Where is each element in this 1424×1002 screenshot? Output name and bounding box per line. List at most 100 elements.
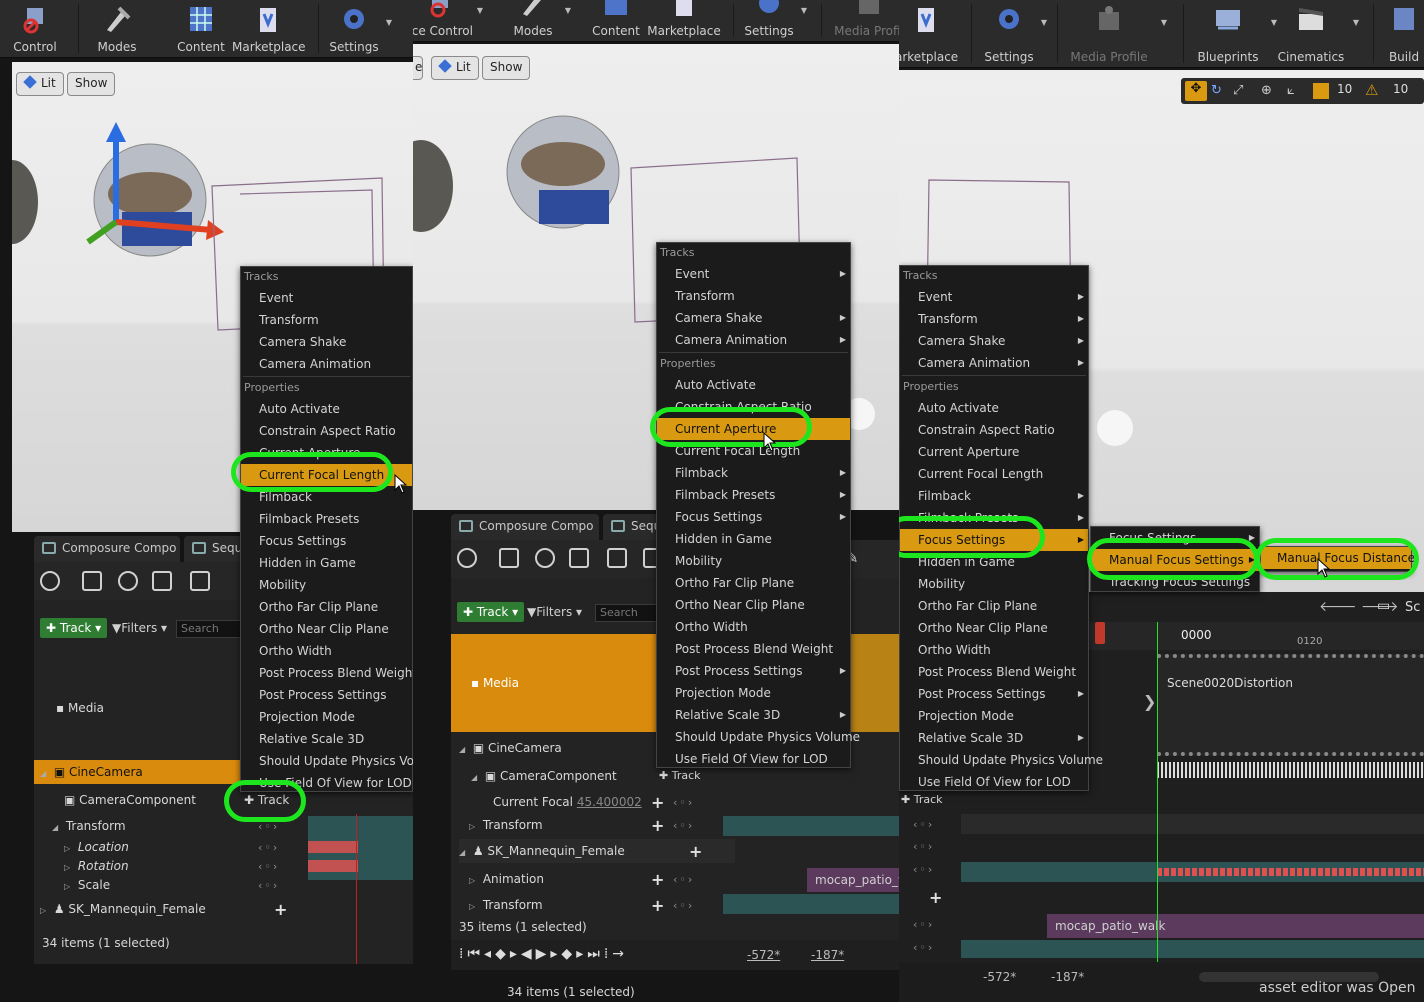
add-plus-icon[interactable]: + xyxy=(274,902,287,918)
menu-item-projection-mode[interactable]: Projection Mode xyxy=(657,682,850,704)
camera-component-row[interactable]: ▣ CameraComponent xyxy=(64,788,196,812)
keyframe-nav[interactable]: ‹◦› xyxy=(673,796,694,809)
menu-item-pp-settings[interactable]: Post Process Settings ▶ xyxy=(900,683,1088,705)
keyframe-nav[interactable]: ‹◦› xyxy=(258,879,279,892)
keyframe-nav[interactable]: ‹◦› xyxy=(258,860,279,873)
menu-item-fov-lod[interactable]: Use Field Of View for LOD xyxy=(241,772,412,794)
transform-lane[interactable] xyxy=(723,816,899,836)
menu-item-pp-settings[interactable]: Post Process Settings ▶ xyxy=(657,660,850,682)
search-input[interactable]: Search xyxy=(595,604,657,622)
animation-clip[interactable]: mocap_patio_w xyxy=(807,868,899,892)
clapper-icon[interactable] xyxy=(190,571,210,591)
camera-icon[interactable] xyxy=(569,548,589,568)
location-keys[interactable] xyxy=(308,841,358,853)
search-input[interactable]: Search xyxy=(176,620,242,638)
chevron-down-icon[interactable]: ▼ xyxy=(1041,18,1047,27)
rotation-keys[interactable] xyxy=(308,860,358,872)
menu-item-current-focal-length[interactable]: Current Focal Length xyxy=(657,440,850,462)
menu-item-auto-activate[interactable]: Auto Activate xyxy=(241,398,412,420)
keyframe-nav[interactable]: ‹◦› xyxy=(258,820,279,833)
cinecamera-row[interactable]: ◢ ▣ CineCamera xyxy=(459,736,562,760)
menu-item-physics-volume[interactable]: Should Update Physics Volume xyxy=(657,726,860,748)
add-plus-icon[interactable]: + xyxy=(689,844,702,860)
menu-item-focus-settings[interactable]: Focus Settings xyxy=(241,530,412,552)
chevron-down-icon[interactable]: ▼ xyxy=(386,18,392,27)
chevron-down-icon[interactable]: ▼ xyxy=(565,6,571,15)
media-row[interactable]: ▪ Media xyxy=(56,696,104,720)
menu-item-mobility[interactable]: Mobility xyxy=(657,550,850,572)
world-icon[interactable] xyxy=(457,548,477,568)
menu-item-constrain-aspect[interactable]: Constrain Aspect Ratio xyxy=(241,420,412,442)
menu-item-auto-activate[interactable]: Auto Activate xyxy=(657,374,850,396)
submenu-item-tracking-focus-settings[interactable]: Tracking Focus Settings xyxy=(1091,571,1259,593)
tab-composure[interactable]: Composure Compo xyxy=(451,514,599,540)
menu-item-camera-shake[interactable]: Camera Shake ▶ xyxy=(900,330,1088,352)
keyframe-nav[interactable]: ‹◦› xyxy=(913,863,934,876)
menu-item-filmback[interactable]: Filmback xyxy=(241,486,412,508)
shot-clip[interactable]: Scene0020Distortion xyxy=(1157,654,1424,756)
clapper-icon[interactable] xyxy=(607,548,627,568)
menu-item-physics-volume[interactable]: Should Update Physics Volu xyxy=(241,750,413,772)
tab-sequencer[interactable]: Sequ xyxy=(184,536,244,562)
menu-item-transform[interactable]: Transform xyxy=(241,309,412,331)
menu-item-camera-shake[interactable]: Camera Shake xyxy=(241,331,412,353)
keyframe-strip[interactable] xyxy=(1157,868,1424,876)
menu-item-pp-blend-weight[interactable]: Post Process Blend Weight xyxy=(657,638,850,660)
menu-item-pp-blend-weight[interactable]: Post Process Blend Weight xyxy=(900,661,1088,683)
scale-row[interactable]: ▷ Scale xyxy=(64,873,110,897)
keyframe-nav[interactable]: ‹◦› xyxy=(673,899,694,912)
menu-item-mobility[interactable]: Mobility xyxy=(241,574,412,596)
menu-item-current-focal-length[interactable]: Current Focal Length xyxy=(241,464,412,486)
menu-item-ortho-near[interactable]: Ortho Near Clip Plane xyxy=(900,617,1088,639)
keyframe-nav[interactable]: ‹◦› xyxy=(673,819,694,832)
transform-lane-2[interactable] xyxy=(961,940,1424,958)
menu-item-auto-activate[interactable]: Auto Activate xyxy=(900,397,1088,419)
keyframe-nav[interactable]: ‹◦› xyxy=(913,818,934,831)
chevron-down-icon[interactable]: ▼ xyxy=(801,6,807,15)
media-profile-button[interactable]: Media Profil xyxy=(829,0,899,41)
menu-item-transform[interactable]: Transform xyxy=(657,285,850,307)
settings-button[interactable]: Settings ▼ xyxy=(741,0,807,41)
collapse-arrow-icon[interactable]: ◢ xyxy=(52,816,62,840)
tab-sequencer[interactable]: Sequ xyxy=(603,514,663,540)
add-plus-icon[interactable]: + xyxy=(651,818,664,834)
keyframe-nav[interactable]: ‹◦› xyxy=(673,873,694,886)
current-focal-row[interactable]: Current Focal 45.400002 xyxy=(493,790,642,814)
add-plus-icon[interactable]: + xyxy=(929,890,942,906)
menu-item-ortho-width[interactable]: Ortho Width xyxy=(657,616,850,638)
modes-button[interactable]: Modes xyxy=(90,0,144,57)
menu-item-event[interactable]: Event ▶ xyxy=(657,263,850,285)
marketplace-button[interactable]: Marketplace xyxy=(647,0,721,41)
mannequin-row[interactable]: ▷ ♟ SK_Mannequin_Female xyxy=(40,897,206,921)
control-button[interactable]: Control xyxy=(6,0,64,57)
menu-item-hidden-in-game[interactable]: Hidden in Game xyxy=(241,552,412,574)
add-plus-icon[interactable]: + xyxy=(651,898,664,914)
folder-icon[interactable]: ▭ xyxy=(1377,598,1390,614)
blueprints-button[interactable]: Blueprints ▼ xyxy=(1191,0,1277,67)
menu-item-camera-animation[interactable]: Camera Animation ▶ xyxy=(657,329,850,351)
menu-item-physics-volume[interactable]: Should Update Physics Volume xyxy=(900,749,1103,771)
range-start-field[interactable]: -572* xyxy=(747,948,780,962)
time-ruler[interactable]: 0000 0120 xyxy=(1089,622,1424,650)
transform-lane-2[interactable] xyxy=(723,894,899,914)
add-plus-icon[interactable]: + xyxy=(651,872,664,888)
save-icon[interactable] xyxy=(499,548,519,568)
cinecamera-row[interactable]: ◢ ▣ CineCamera xyxy=(34,760,240,784)
submenu-item-manual-focus-distance[interactable]: Manual Focus Distance xyxy=(1261,547,1415,569)
add-track-button[interactable]: ✚ Track ▾ xyxy=(40,618,108,638)
menu-item-event[interactable]: Event xyxy=(241,287,412,309)
chevron-down-icon[interactable]: ▼ xyxy=(477,6,483,15)
menu-item-ortho-far[interactable]: Ortho Far Clip Plane xyxy=(900,595,1088,617)
keyframe-nav[interactable]: ‹◦› xyxy=(913,840,934,853)
build-button[interactable]: Build xyxy=(1381,0,1424,67)
menu-item-focus-settings[interactable]: Focus Settings ▶ xyxy=(900,529,1088,551)
transform-row[interactable]: ▷ Transform xyxy=(469,813,543,837)
menu-item-current-aperture[interactable]: Current Aperture xyxy=(900,441,1088,463)
range-start-field[interactable]: -572* xyxy=(983,970,1016,984)
save-icon[interactable] xyxy=(82,571,102,591)
menu-item-current-aperture[interactable]: Current Aperture xyxy=(241,442,412,464)
track-lane[interactable] xyxy=(961,814,1424,834)
media-profile-button[interactable]: Media Profile ▼ xyxy=(1067,0,1167,67)
marketplace-button[interactable]: arketplace xyxy=(899,0,958,67)
menu-item-ortho-width[interactable]: Ortho Width xyxy=(241,640,412,662)
